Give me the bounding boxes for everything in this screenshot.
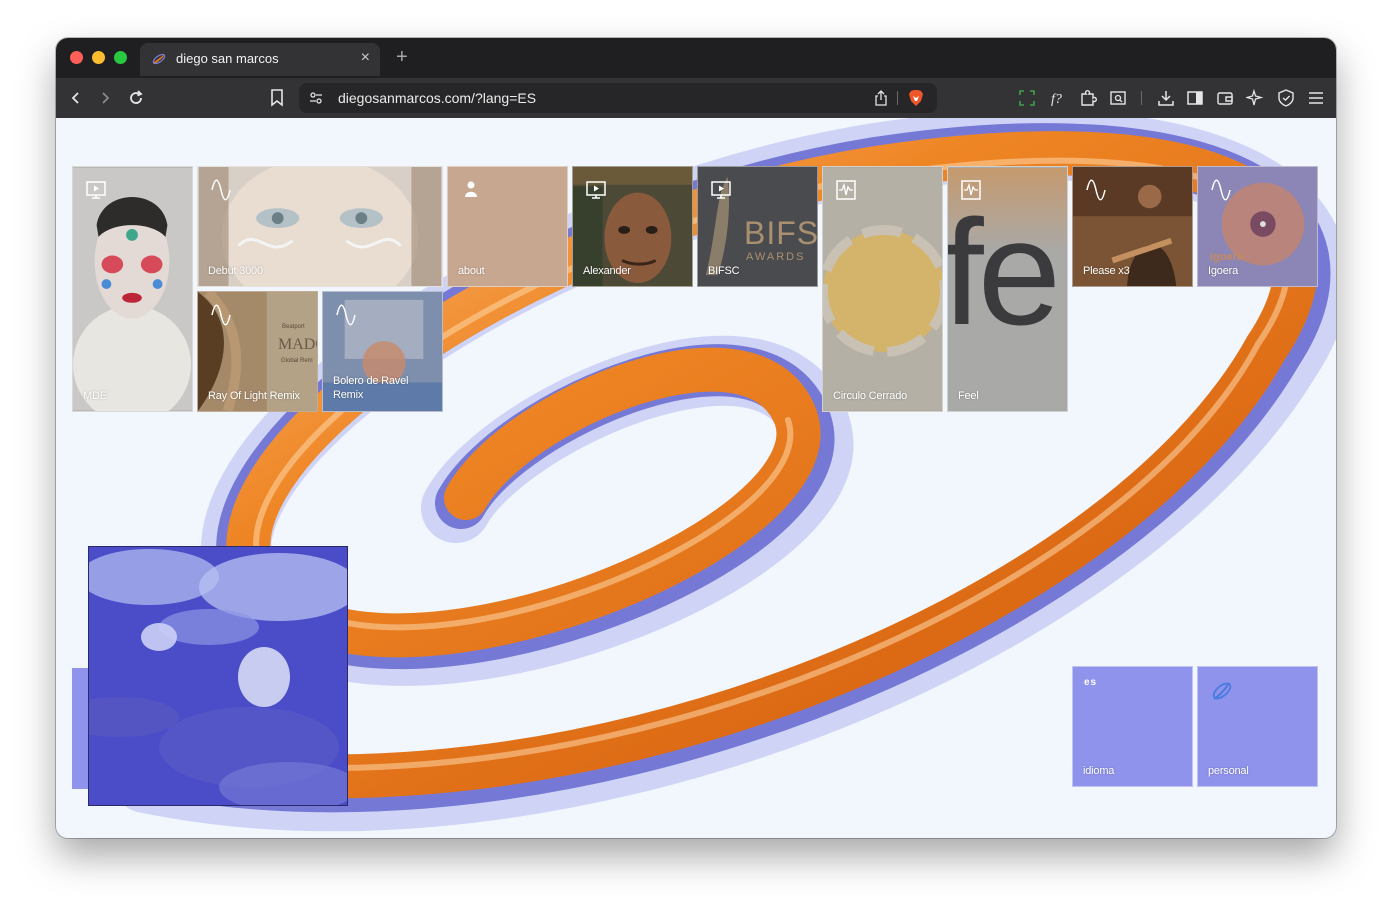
minimize-window-button[interactable]	[92, 51, 105, 64]
global-remix-text: Global Rem	[281, 358, 313, 364]
tile-label: Igoera	[1208, 265, 1238, 277]
font-icon[interactable]: f?	[1047, 87, 1069, 109]
maximize-window-button[interactable]	[114, 51, 127, 64]
site-settings-icon[interactable]	[305, 87, 327, 109]
download-icon[interactable]	[1155, 87, 1177, 109]
wave-icon	[1210, 179, 1232, 201]
tile-alexander[interactable]: Alexander	[572, 166, 693, 287]
tile-label: Circulo Cerrado	[833, 390, 908, 402]
tile-circulo-cerrado[interactable]: Circulo Cerrado	[822, 166, 943, 412]
tile-label: idioma	[1083, 765, 1115, 777]
svg-text:f?: f?	[1051, 92, 1062, 107]
video-icon	[585, 179, 607, 201]
video-icon	[85, 179, 107, 201]
tile-label: MDE	[83, 390, 107, 402]
beatport-text: Beatport	[282, 324, 305, 330]
language-button[interactable]: es idioma	[1072, 666, 1193, 787]
menu-icon[interactable]	[1305, 87, 1327, 109]
tile-bolero-de-ravel-remix[interactable]: Bolero de Ravel Remix	[322, 291, 443, 412]
divider	[897, 91, 898, 105]
language-code: es	[1084, 677, 1098, 688]
forward-icon[interactable]	[94, 87, 116, 109]
reload-icon[interactable]	[125, 87, 147, 109]
tile-igoera[interactable]: igoera Igoera	[1197, 166, 1318, 287]
page-content: MDE Debut 3000 about Alexander BIFS AWAR…	[56, 118, 1336, 838]
user-icon	[460, 179, 482, 201]
back-icon[interactable]	[65, 87, 87, 109]
tile-label: Bolero de Ravel Remix	[333, 375, 409, 401]
tab-close-button[interactable]: ×	[361, 49, 370, 67]
mde-artwork	[73, 168, 192, 411]
brave-shield-icon[interactable]	[905, 87, 927, 109]
tab-bar: diego san marcos × +	[56, 38, 1336, 78]
divider	[1141, 91, 1142, 105]
tile-about[interactable]: about	[447, 166, 568, 287]
circulo-cerrado-artwork	[823, 168, 942, 410]
tile-please-x3[interactable]: Please x3	[1072, 166, 1193, 287]
leo-icon[interactable]	[1244, 87, 1266, 109]
new-tab-button[interactable]: +	[396, 46, 408, 68]
tile-mde[interactable]: MDE	[72, 166, 193, 412]
wave-icon	[210, 304, 232, 326]
tile-label: Ray Of Light Remix	[208, 390, 300, 402]
tile-label: Debut 3000	[208, 265, 263, 277]
tab-title: diego san marcos	[176, 51, 279, 66]
tile-label: personal	[1208, 765, 1249, 777]
feel-logo-text: fe	[947, 188, 1061, 356]
tile-bifsc[interactable]: BIFS AWARDS BIFSC	[697, 166, 818, 287]
madonna-text: MADO	[278, 336, 317, 353]
toolbar: diegosanmarcos.com/?lang=ES f?	[56, 78, 1336, 118]
bifs-logo-text: BIFS	[744, 215, 818, 251]
sidebar-icon[interactable]	[1184, 87, 1206, 109]
cloud-image	[89, 547, 347, 805]
tile-debut-3000[interactable]: Debut 3000	[197, 166, 443, 287]
wave-icon	[335, 304, 357, 326]
personal-button[interactable]: personal	[1197, 666, 1318, 787]
tile-ray-of-light-remix[interactable]: Beatport MADO Global Rem Ray Of Light Re…	[197, 291, 318, 412]
extensions-icon[interactable]	[1077, 87, 1099, 109]
vpn-icon[interactable]	[1275, 87, 1297, 109]
bookmark-icon[interactable]	[266, 87, 288, 109]
wallet-icon[interactable]	[1214, 87, 1236, 109]
tile-label: Please x3	[1083, 265, 1130, 277]
igoera-logo-text: igoera	[1210, 251, 1244, 263]
tile-label: BIFSC	[708, 265, 740, 277]
wave-icon	[1085, 179, 1107, 201]
video-icon	[710, 179, 732, 201]
swirl-logo-icon	[1210, 679, 1232, 701]
tile-label: Alexander	[583, 265, 631, 277]
share-icon[interactable]	[870, 87, 892, 109]
site-favicon-icon	[152, 53, 166, 65]
wave-icon	[210, 179, 232, 201]
url-text: diegosanmarcos.com/?lang=ES	[338, 90, 537, 106]
browser-window: diego san marcos × + diegosanmarcos.com/…	[56, 38, 1336, 838]
cloud-image-window[interactable]	[88, 546, 348, 806]
tile-feel[interactable]: fe Feel	[947, 166, 1068, 412]
tile-label: Feel	[958, 390, 979, 402]
screenshot-icon[interactable]	[1016, 87, 1038, 109]
close-window-button[interactable]	[70, 51, 83, 64]
reader-icon[interactable]	[1107, 87, 1129, 109]
awards-text: AWARDS	[746, 251, 806, 263]
tile-label: about	[458, 265, 485, 277]
waveform-icon	[960, 179, 982, 201]
waveform-icon	[835, 179, 857, 201]
tab-diego-san-marcos[interactable]: diego san marcos ×	[140, 43, 380, 76]
address-bar[interactable]: diegosanmarcos.com/?lang=ES	[299, 83, 937, 113]
